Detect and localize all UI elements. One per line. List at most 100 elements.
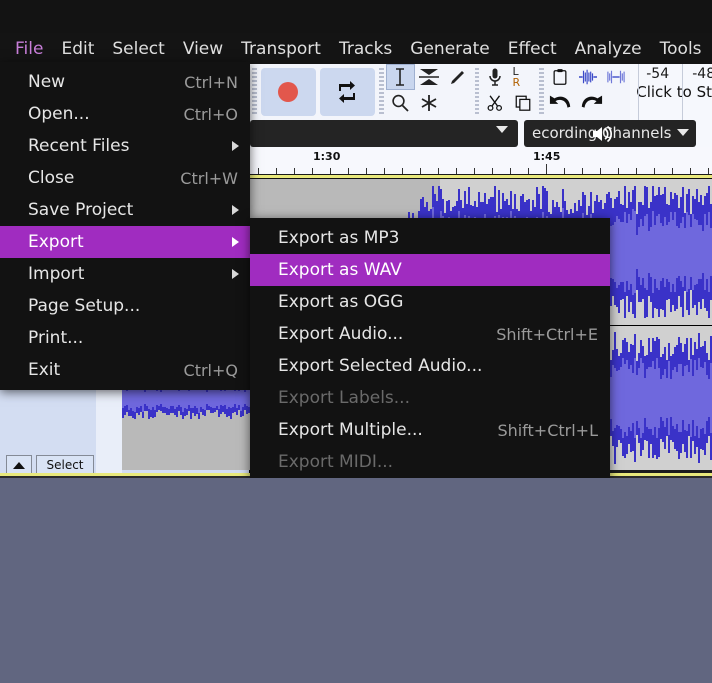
timeline-ruler[interactable]: 1:301:452:002:15 [250,147,712,175]
scissors-icon [487,95,503,111]
menu-item-label: Save Project [28,200,134,220]
trim-audio-icon [579,69,598,85]
menubar-item-analyze[interactable]: Analyze [566,36,651,62]
menu-item-page-setup[interactable]: Page Setup... [0,290,250,322]
playback-device-speaker[interactable] [590,123,614,149]
undo-button[interactable] [546,90,577,116]
menu-item-label: Page Setup... [28,296,141,316]
menu-item-shortcut: Ctrl+O [183,104,238,124]
selection-tool[interactable] [385,64,415,90]
menu-item-export[interactable]: Export [0,226,250,258]
timeline-tick [438,168,439,174]
menubar-item-tools[interactable]: Tools [651,36,711,62]
meter-hint-text: Click to St [636,83,712,101]
timeline-tick [654,168,655,174]
redo-icon [582,95,603,108]
meter-toolbar[interactable]: -54 -48 Click to St [630,64,712,120]
menu-item-label: Export [28,232,84,252]
menu-item-shortcut: Ctrl+N [184,72,238,92]
menu-item-label: Export Multiple... [278,420,423,440]
microphone-button[interactable] [481,64,510,90]
silence-audio-button[interactable] [602,64,631,90]
menubar-item-select[interactable]: Select [103,36,173,62]
menu-item-close[interactable]: Close Ctrl+W [0,162,250,194]
redo-button[interactable] [576,90,607,116]
menu-item-shortcut: Shift+Ctrl+L [497,420,598,440]
menu-item-print[interactable]: Print... [0,322,250,354]
envelope-icon [419,69,440,85]
draw-tool[interactable] [443,64,473,90]
timeline-tick [618,168,619,174]
menu-item-label: Export MIDI... [278,452,394,472]
menu-item-label: Export as OGG [278,292,404,312]
menu-item-label: Export Labels... [278,388,410,408]
tools-toolbar-grip[interactable] [378,68,384,116]
loop-button[interactable] [319,68,375,116]
menubar-item-view[interactable]: View [174,36,232,62]
edit-toolbar-row-top [546,64,631,90]
audacity-window: File Edit Select View Transport Tracks Generat… [0,0,712,478]
menu-item-export-selected-audio[interactable]: Export Selected Audio... [250,350,610,382]
meter-tick-label-2: -48 [692,66,712,82]
multi-tool[interactable] [414,90,444,116]
menu-item-label: Exit [28,360,61,380]
recording-device-selector[interactable] [250,120,518,147]
menubar-item-tracks[interactable]: Tracks [330,36,401,62]
edit-toolbar-grip[interactable] [539,68,545,116]
timeline-label: 1:30 [313,150,341,163]
recording-toolbar-grip[interactable] [474,68,480,116]
record-icon [278,82,299,102]
timeline-tick [690,168,691,174]
track-select-button[interactable]: Select [36,455,94,475]
menubar-item-effect[interactable]: Effect [499,36,566,62]
menubar-item-generate[interactable]: Generate [401,36,498,62]
menu-item-export-multiple[interactable]: Export Multiple... Shift+Ctrl+L [250,414,610,446]
timeline-tick [564,168,565,174]
trim-audio-button[interactable] [574,64,603,90]
menu-item-export-as-mp3[interactable]: Export as MP3 [250,222,610,254]
envelope-tool[interactable] [414,64,444,90]
transport-toolbar-grip[interactable] [252,68,257,116]
menu-item-new[interactable]: New Ctrl+N [0,66,250,98]
menu-item-recent-files[interactable]: Recent Files [0,130,250,162]
export-submenu-dropdown: Export as MP3 Export as WAV Export as OGG E… [250,218,610,478]
pencil-icon [451,71,465,84]
menu-item-open[interactable]: Open... Ctrl+O [0,98,250,130]
undo-icon [550,95,571,108]
i-beam-icon [396,68,405,86]
edit-toolbar [546,64,631,120]
paste-button[interactable] [546,64,575,90]
track-collapse-button[interactable] [6,455,32,475]
menu-item-export-as-wav[interactable]: Export as WAV [250,254,610,286]
timeline-tick [330,168,331,174]
timeline-tick [420,168,421,174]
recording-toolbar: L R [481,64,538,120]
menu-item-export-midi: Export MIDI... [250,446,610,478]
timeline-tick [492,168,493,174]
meter-scale-row: -54 -48 Click to St [630,64,712,120]
timeline-tick [528,168,529,174]
transport-toolbar [259,64,377,120]
menu-item-save-project[interactable]: Save Project [0,194,250,226]
channel-labels: L R [509,66,520,88]
cut-button[interactable] [481,90,510,116]
zoom-tool[interactable] [385,90,415,116]
empty-tool[interactable] [443,90,473,116]
timeline-tick [258,168,259,174]
menu-item-export-audio[interactable]: Export Audio... Shift+Ctrl+E [250,318,610,350]
menu-item-export-as-ogg[interactable]: Export as OGG [250,286,610,318]
window-titlebar [0,0,712,33]
meter-tick-label-1: -54 [646,66,670,82]
submenu-arrow-icon [232,269,239,279]
menubar-item-transport[interactable]: Transport [232,36,330,62]
copy-button[interactable] [509,90,538,116]
menubar-item-file[interactable]: File [6,36,52,67]
submenu-arrow-icon [232,237,239,247]
submenu-arrow-icon [232,205,239,215]
record-button[interactable] [260,68,316,116]
menu-item-exit[interactable]: Exit Ctrl+Q [0,354,250,386]
menu-item-shortcut: Ctrl+Q [183,360,238,380]
meter-tick [638,64,640,120]
menubar-item-edit[interactable]: Edit [52,36,103,62]
menu-item-import[interactable]: Import [0,258,250,290]
